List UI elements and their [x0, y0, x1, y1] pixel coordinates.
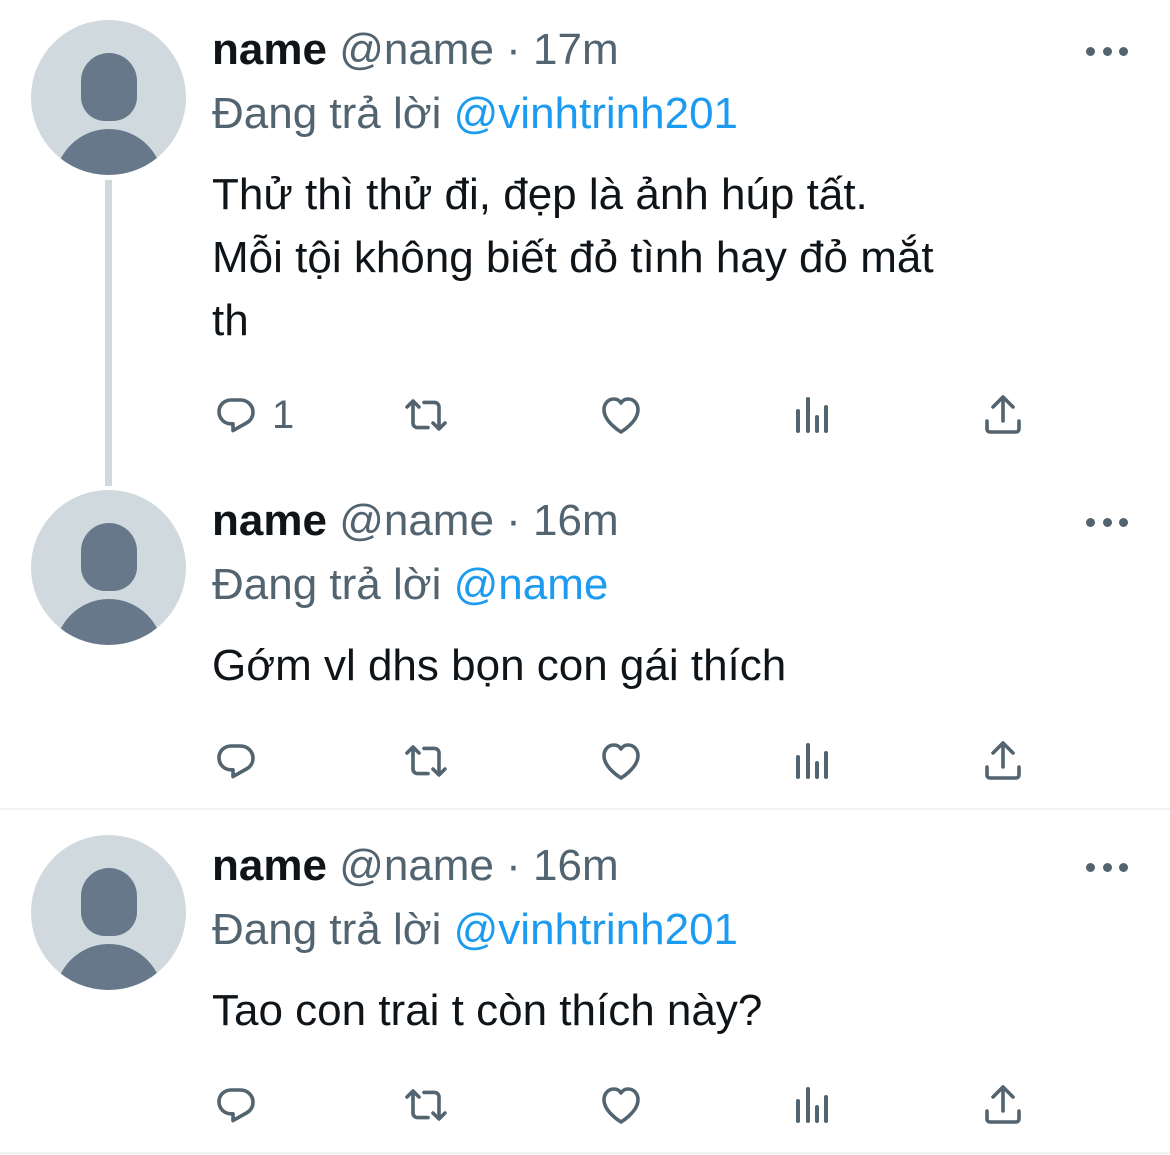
reply-icon — [217, 744, 255, 779]
analytics-icon — [796, 397, 828, 433]
reply-count: 1 — [272, 392, 295, 437]
retweet-icon — [405, 399, 447, 431]
reply-button[interactable] — [212, 731, 272, 791]
replying-to-label: Đang trả lời — [212, 89, 442, 138]
tweet-header: name @name · 17m — [212, 20, 619, 80]
tweet-divider — [0, 1152, 1170, 1154]
replying-to-label: Đang trả lời — [212, 905, 442, 954]
mention-link[interactable]: @name — [454, 560, 609, 609]
like-button[interactable] — [597, 1075, 645, 1135]
separator-dot: · — [506, 25, 521, 74]
more-icon — [1086, 517, 1095, 527]
mention-link[interactable]: @vinhtrinh201 — [454, 89, 738, 138]
avatar-placeholder-head — [81, 868, 137, 936]
avatar[interactable] — [31, 835, 186, 990]
like-button[interactable] — [597, 731, 645, 791]
share-button[interactable] — [979, 1075, 1027, 1135]
tweet-text: Thử thì thử đi, đẹp là ảnh húp tất. Mỗi … — [212, 163, 1142, 352]
tweet-header: name @name · 16m — [212, 491, 619, 551]
reply-icon — [217, 398, 255, 433]
replying-to: Đang trả lời @name — [212, 555, 608, 615]
avatar-placeholder-body — [55, 944, 163, 990]
replying-to-label: Đang trả lời — [212, 560, 442, 609]
avatar-placeholder-body — [55, 129, 163, 175]
avatar-placeholder-head — [81, 523, 137, 591]
retweet-icon — [405, 745, 447, 777]
timestamp[interactable]: 16m — [533, 841, 619, 890]
display-name[interactable]: name — [212, 496, 327, 545]
separator-dot: · — [506, 496, 521, 545]
avatar[interactable] — [31, 490, 186, 645]
more-icon — [1086, 862, 1095, 872]
views-button[interactable] — [788, 1075, 836, 1135]
separator-dot: · — [506, 841, 521, 890]
more-options-button[interactable] — [1086, 512, 1128, 532]
share-button[interactable] — [979, 731, 1027, 791]
reply-button[interactable]: 1 — [212, 385, 294, 445]
avatar[interactable] — [31, 20, 186, 175]
retweet-button[interactable] — [402, 385, 450, 445]
views-button[interactable] — [788, 385, 836, 445]
action-bar — [212, 731, 1042, 791]
tweet-text-line: Gớm vl dhs bọn con gái thích — [212, 641, 787, 690]
tweet-text: Tao con trai t còn thích này? — [212, 979, 1142, 1042]
heart-icon — [602, 397, 640, 434]
more-icon — [1086, 46, 1095, 56]
replying-to: Đang trả lời @vinhtrinh201 — [212, 84, 738, 144]
display-name[interactable]: name — [212, 25, 327, 74]
action-bar: 1 — [212, 385, 1042, 445]
display-name[interactable]: name — [212, 841, 327, 890]
username[interactable]: @name — [339, 496, 494, 545]
like-button[interactable] — [597, 385, 645, 445]
tweet-text-line: Tao con trai t còn thích này? — [212, 986, 763, 1035]
share-button[interactable] — [979, 385, 1027, 445]
tweet-text-line: Mỗi tội không biết đỏ tình hay đỏ mắt — [212, 233, 934, 282]
retweet-button[interactable] — [402, 731, 450, 791]
timestamp[interactable]: 17m — [533, 25, 619, 74]
analytics-icon — [796, 1087, 828, 1123]
retweet-icon — [405, 1089, 447, 1121]
avatar-placeholder-head — [81, 53, 137, 121]
share-icon — [985, 741, 1021, 780]
tweet-divider — [0, 808, 1170, 810]
reply-button[interactable] — [212, 1075, 272, 1135]
replying-to: Đang trả lời @vinhtrinh201 — [212, 900, 738, 960]
timestamp[interactable]: 16m — [533, 496, 619, 545]
more-options-button[interactable] — [1086, 857, 1128, 877]
tweet-text-line: Thử thì thử đi, đẹp là ảnh húp tất. — [212, 170, 868, 219]
username[interactable]: @name — [339, 25, 494, 74]
share-icon — [985, 1085, 1021, 1124]
analytics-icon — [796, 743, 828, 779]
retweet-button[interactable] — [402, 1075, 450, 1135]
reply-icon — [217, 1088, 255, 1123]
tweet-text-line: th — [212, 296, 249, 345]
tweet-text: Gớm vl dhs bọn con gái thích — [212, 634, 1142, 697]
share-icon — [985, 395, 1021, 434]
heart-icon — [602, 1087, 640, 1124]
username[interactable]: @name — [339, 841, 494, 890]
tweet-header: name @name · 16m — [212, 836, 619, 896]
thread-connector-line — [105, 180, 112, 486]
mention-link[interactable]: @vinhtrinh201 — [454, 905, 738, 954]
views-button[interactable] — [788, 731, 836, 791]
heart-icon — [602, 743, 640, 780]
avatar-placeholder-body — [55, 599, 163, 645]
more-options-button[interactable] — [1086, 41, 1128, 61]
action-bar — [212, 1075, 1042, 1135]
